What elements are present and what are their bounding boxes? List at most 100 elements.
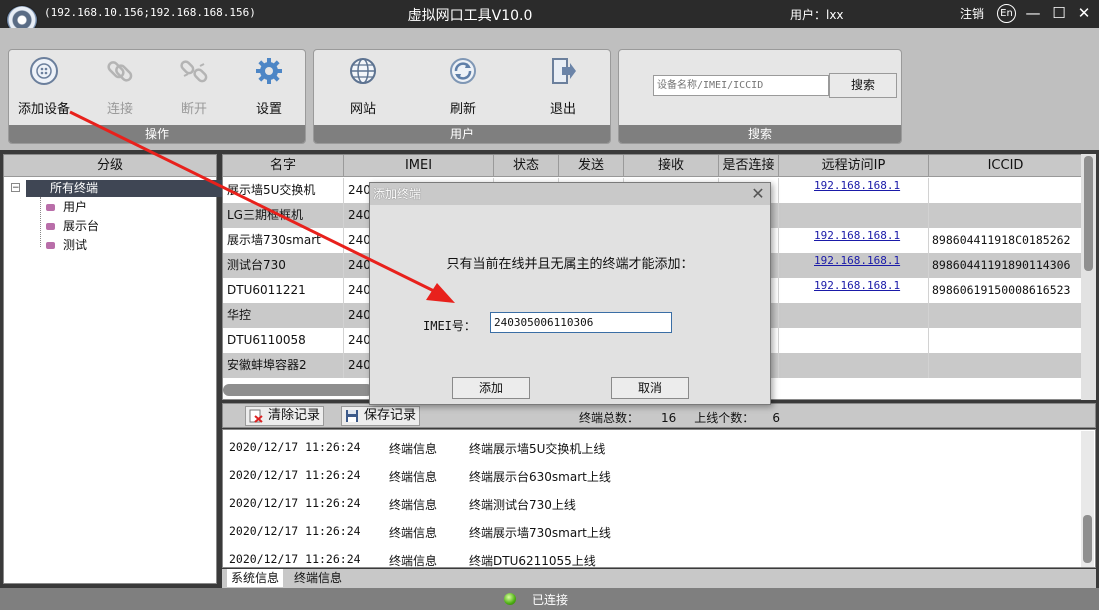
current-user: 用户：lxx bbox=[790, 8, 844, 22]
maximize-button[interactable]: ☐ bbox=[1049, 3, 1069, 23]
settings-label: 设置 bbox=[255, 102, 282, 117]
exit-button[interactable]: 退出 bbox=[530, 56, 596, 120]
settings-button[interactable]: 设置 bbox=[236, 56, 302, 120]
col-header-iccid[interactable]: ICCID bbox=[929, 155, 1083, 177]
link-icon bbox=[107, 61, 133, 82]
log-time: 2020/12/17 11:26:24 bbox=[229, 524, 361, 538]
dialog-message: 只有当前在线并且无属主的终端才能添加： bbox=[446, 257, 694, 272]
cell-name: 测试台730 bbox=[223, 253, 344, 278]
minimize-button[interactable]: — bbox=[1023, 3, 1043, 23]
log-vertical-scrollbar[interactable] bbox=[1081, 431, 1094, 567]
connection-status-icon bbox=[504, 593, 516, 605]
toolbar-group-operations: 添加设备 连接 断开 设置 操作 bbox=[8, 49, 306, 144]
total-label: 终端总数： bbox=[579, 411, 640, 425]
dialog-add-button[interactable]: 添加 bbox=[452, 377, 530, 399]
cell-iccid bbox=[929, 353, 1083, 378]
log-entry: 2020/12/17 11:26:24 终端信息 终端展示台630smart上线 bbox=[223, 461, 1073, 489]
cell-ip[interactable]: 192.168.168.1 bbox=[779, 178, 929, 203]
log-entry: 2020/12/17 11:26:24 终端信息 终端DTU6211055上线 bbox=[223, 545, 1073, 568]
group-tree: 分级 − 所有终端 用户 展示台 测试 bbox=[3, 154, 240, 584]
tab-terminal-info[interactable]: 终端信息 bbox=[290, 569, 346, 587]
logout-button[interactable]: 注销 bbox=[960, 5, 984, 22]
horizontal-scrollbar[interactable] bbox=[223, 384, 373, 396]
gear-icon bbox=[256, 58, 282, 84]
log-msg: 终端DTU6211055上线 bbox=[469, 554, 596, 568]
log-type: 终端信息 bbox=[389, 554, 438, 568]
tree-node-test[interactable]: 测试 bbox=[46, 237, 87, 254]
tree-node-all-terminals[interactable]: 所有终端 bbox=[26, 180, 240, 197]
dialog-title: 添加终端 bbox=[370, 183, 770, 205]
floppy-disk-icon bbox=[346, 410, 358, 422]
cell-ip[interactable]: 192.168.168.1 bbox=[779, 278, 929, 303]
group-icon bbox=[46, 242, 55, 249]
dialog-close-icon[interactable]: ✕ bbox=[748, 184, 768, 204]
dialog-cancel-button[interactable]: 取消 bbox=[611, 377, 689, 399]
website-button[interactable]: 网站 bbox=[330, 56, 396, 120]
cell-iccid bbox=[929, 178, 1083, 203]
cell-name: 展示墙5U交换机 bbox=[223, 178, 344, 203]
log-toolbar: 清除记录 保存记录 终端总数： 16 上线个数： 6 bbox=[222, 403, 1096, 428]
status-bar: 已连接 bbox=[0, 588, 1099, 610]
clear-log-button[interactable]: 清除记录 bbox=[245, 406, 325, 426]
language-toggle-icon[interactable]: En bbox=[997, 4, 1016, 23]
col-header-imei[interactable]: IMEI bbox=[344, 155, 494, 177]
log-scroll-thumb[interactable] bbox=[1083, 515, 1092, 563]
log-type: 终端信息 bbox=[389, 498, 438, 512]
cell-name: 华控 bbox=[223, 303, 344, 328]
col-header-receive[interactable]: 接收 bbox=[624, 155, 719, 177]
globe-icon bbox=[350, 58, 376, 84]
tab-system-info[interactable]: 系统信息 bbox=[227, 569, 284, 587]
cell-iccid bbox=[929, 328, 1083, 353]
table-scroll-thumb[interactable] bbox=[1084, 156, 1093, 271]
cell-ip[interactable]: 192.168.168.1 bbox=[779, 228, 929, 253]
search-caption: 搜索 bbox=[619, 125, 901, 143]
log-entry: 2020/12/17 11:26:24 终端信息 终端测试台730上线 bbox=[223, 489, 1073, 517]
cell-name: DTU6011221 bbox=[223, 278, 344, 303]
search-button[interactable]: 搜索 bbox=[829, 73, 897, 98]
close-button[interactable]: ✕ bbox=[1074, 3, 1094, 23]
log-entry: 2020/12/17 11:26:24 终端信息 终端展示墙730smart上线 bbox=[223, 517, 1073, 545]
log-entry: 2020/12/17 11:26:24 终端信息 终端展示墙5U交换机上线 bbox=[223, 433, 1073, 461]
log-type: 终端信息 bbox=[389, 526, 438, 540]
log-type: 终端信息 bbox=[389, 470, 438, 484]
refresh-button[interactable]: 刷新 bbox=[430, 56, 496, 120]
log-type: 终端信息 bbox=[389, 442, 438, 456]
cell-ip[interactable] bbox=[779, 353, 929, 378]
group-icon bbox=[46, 223, 55, 230]
col-header-connected[interactable]: 是否连接 bbox=[719, 155, 779, 177]
cell-ip[interactable]: 192.168.168.1 bbox=[779, 253, 929, 278]
cell-iccid: 898604411918C0185262 bbox=[929, 228, 1083, 253]
toolbar-group-user: 网站 刷新 退出 用户 bbox=[313, 49, 611, 144]
tree-node-showcase[interactable]: 展示台 bbox=[46, 218, 99, 235]
imei-input[interactable]: 240305006110306 bbox=[490, 312, 672, 333]
add-device-button[interactable]: 添加设备 bbox=[11, 56, 77, 120]
cell-iccid bbox=[929, 203, 1083, 228]
cell-ip[interactable] bbox=[779, 203, 929, 228]
toolbar: 添加设备 连接 断开 设置 操作 网站 刷新 退出 用户 设备名称/IMEI/I… bbox=[0, 28, 1099, 150]
save-log-button[interactable]: 保存记录 bbox=[341, 406, 421, 426]
toolbar-group-search: 搜索 搜索 bbox=[618, 49, 902, 144]
tree-collapse-toggle[interactable]: − bbox=[11, 183, 20, 193]
search-input[interactable] bbox=[653, 75, 829, 96]
connection-status-text: 已连接 bbox=[532, 593, 569, 607]
col-header-status[interactable]: 状态 bbox=[494, 155, 559, 177]
disconnect-button[interactable]: 断开 bbox=[161, 56, 227, 120]
col-header-send[interactable]: 发送 bbox=[559, 155, 624, 177]
col-header-name[interactable]: 名字 bbox=[223, 155, 344, 177]
add-device-icon bbox=[30, 57, 58, 85]
cell-ip[interactable] bbox=[779, 303, 929, 328]
exit-door-icon bbox=[552, 58, 576, 84]
online-label: 上线个数： bbox=[694, 411, 755, 425]
log-time: 2020/12/17 11:26:24 bbox=[229, 468, 361, 482]
log-time: 2020/12/17 11:26:24 bbox=[229, 496, 361, 510]
table-vertical-scrollbar[interactable] bbox=[1081, 154, 1096, 400]
tree-node-users[interactable]: 用户 bbox=[46, 199, 87, 216]
cell-name: 展示墙730smart bbox=[223, 228, 344, 253]
add-device-label: 添加设备 bbox=[17, 102, 70, 117]
broken-link-icon bbox=[180, 60, 208, 83]
col-header-remote-ip[interactable]: 远程访问IP bbox=[779, 155, 929, 177]
online-count: 6 bbox=[772, 411, 780, 425]
cell-ip[interactable] bbox=[779, 328, 929, 353]
cell-iccid bbox=[929, 303, 1083, 328]
connect-button[interactable]: 连接 bbox=[87, 56, 153, 120]
